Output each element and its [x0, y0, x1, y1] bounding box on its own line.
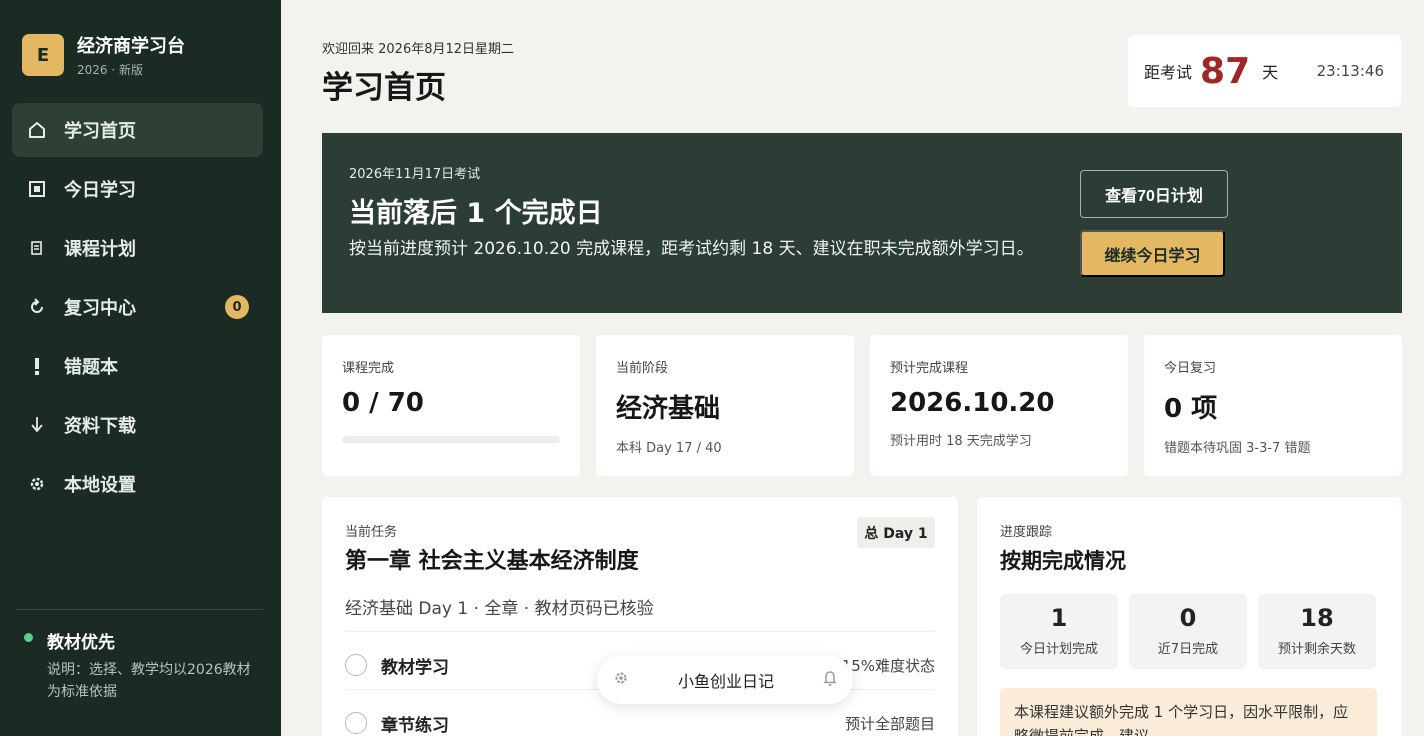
- stat-value: 0 项: [1164, 394, 1218, 424]
- stat-card-course-completion: 课程完成 0 / 70: [322, 335, 580, 476]
- stat-sub: 预计用时 18 天完成学习: [890, 434, 1032, 449]
- countdown-label: 距考试: [1144, 63, 1193, 82]
- metric-today-plan: 1 今日计划完成: [1000, 594, 1118, 669]
- view-plan-button[interactable]: 查看70日计划: [1080, 170, 1228, 218]
- brand-title: 经济商学习台: [77, 36, 185, 57]
- refresh-icon: [26, 296, 48, 318]
- home-icon: [26, 119, 48, 141]
- metric-label: 今日计划完成: [1019, 642, 1098, 657]
- review-count-badge: 0: [225, 295, 249, 319]
- clock-time: 23:13:46: [1316, 62, 1384, 80]
- stat-sub: 本科 Day 17 / 40: [616, 441, 722, 456]
- sidebar-item-label: 本地设置: [64, 475, 136, 496]
- note-text: 说明：选择、教学均以2026教材为标准依据: [47, 662, 251, 700]
- sidebar-item-mistakes[interactable]: 错题本: [12, 339, 263, 393]
- textbook-note: 教材优先 说明：选择、教学均以2026教材为标准依据: [24, 628, 260, 703]
- task-item-exercise[interactable]: 章节练习 预计全部题目: [345, 708, 935, 736]
- square-icon: [26, 178, 48, 200]
- stat-value: 经济基础: [616, 394, 721, 424]
- sidebar-item-plan[interactable]: 课程计划: [12, 221, 263, 275]
- stat-label: 预计完成课程: [890, 361, 969, 376]
- status-banner: 2026年11月17日考试 当前落后 1 个完成日 按当前进度预计 2026.1…: [322, 133, 1402, 313]
- stat-card-expected-completion: 预计完成课程 2026.10.20 预计用时 18 天完成学习: [870, 335, 1128, 476]
- metric-remaining-days: 18 预计剩余天数: [1258, 594, 1376, 669]
- exam-countdown: 距考试 87 天 23:13:46: [1128, 35, 1401, 107]
- sidebar: E 经济商学习台 2026 · 新版 学习首页 今日学习 课程计划 复习中心 0…: [0, 0, 281, 736]
- metric-label: 预计剩余天数: [1277, 642, 1356, 657]
- metric-value: 1: [1050, 604, 1068, 632]
- page-title: 学习首页: [322, 70, 446, 106]
- welcome-text: 欢迎回来 2026年8月12日星期二: [322, 42, 515, 57]
- task-item-status: 15%难度状态: [841, 656, 935, 675]
- bell-icon[interactable]: [822, 669, 838, 691]
- task-item-status: 预计全部题目: [844, 714, 935, 733]
- sidebar-item-home[interactable]: 学习首页: [12, 103, 263, 157]
- progress-card: 进度跟踪 按期完成情况 1 今日计划完成 0 近7日完成 18 预计剩余天数 本…: [977, 497, 1401, 736]
- gear-icon[interactable]: [612, 669, 630, 691]
- sidebar-item-downloads[interactable]: 资料下载: [12, 398, 263, 452]
- countdown-days: 87: [1200, 50, 1251, 92]
- countdown-unit: 天: [1262, 63, 1279, 82]
- checkbox-icon[interactable]: [345, 712, 367, 734]
- banner-description: 按当前进度预计 2026.10.20 完成课程，距考试约剩 18 天、建议在职未…: [349, 239, 1034, 259]
- stat-label: 课程完成: [342, 361, 395, 376]
- sidebar-item-label: 错题本: [64, 357, 118, 378]
- task-item-name: 章节练习: [381, 715, 449, 736]
- sidebar-item-today[interactable]: 今日学习: [12, 162, 263, 216]
- metric-value: 18: [1300, 604, 1334, 632]
- gear-icon: [26, 473, 48, 495]
- banner-title: 当前落后 1 个完成日: [349, 198, 603, 229]
- task-item-name: 教材学习: [381, 657, 449, 678]
- status-dot-icon: [24, 633, 33, 642]
- download-icon: [26, 414, 48, 436]
- brand-logo: E: [22, 34, 64, 76]
- task-label: 当前任务: [345, 525, 398, 540]
- sidebar-nav: 学习首页 今日学习 课程计划 复习中心 0 错题本 资料下载 本地设置: [12, 103, 263, 516]
- sidebar-item-label: 学习首页: [64, 121, 136, 142]
- sidebar-divider: [16, 609, 263, 610]
- progress-advice: 本课程建议额外完成 1 个学习日，因水平限制，应略微提前完成，建议…: [1000, 688, 1377, 736]
- exam-date: 2026年11月17日考试: [349, 167, 481, 182]
- divider: [345, 631, 935, 632]
- sidebar-item-label: 资料下载: [64, 416, 136, 437]
- stat-card-current-stage: 当前阶段 经济基础 本科 Day 17 / 40: [596, 335, 854, 476]
- note-title: 教材优先: [47, 633, 115, 653]
- sidebar-item-label: 复习中心: [64, 298, 136, 319]
- sidebar-item-label: 课程计划: [64, 239, 136, 260]
- metric-label: 近7日完成: [1157, 642, 1219, 657]
- stat-value: 0 / 70: [342, 388, 424, 418]
- brand-subtitle: 2026 · 新版: [77, 63, 143, 77]
- stat-sub: 错题本待巩固 3-3-7 错题: [1164, 441, 1311, 456]
- exclamation-icon: [26, 355, 48, 377]
- progress-title: 按期完成情况: [1000, 549, 1126, 573]
- course-progress-bar: [342, 436, 560, 443]
- metric-last7-days: 0 近7日完成: [1129, 594, 1247, 669]
- stat-label: 今日复习: [1164, 361, 1217, 376]
- metric-value: 0: [1179, 604, 1197, 632]
- progress-label: 进度跟踪: [1000, 525, 1053, 540]
- task-description: 经济基础 Day 1 · 全章 · 教材页码已核验: [345, 599, 654, 619]
- continue-study-button[interactable]: 继续今日学习: [1080, 230, 1225, 277]
- floating-toolbar: 小鱼创业日记: [597, 656, 853, 704]
- sidebar-item-settings[interactable]: 本地设置: [12, 457, 263, 511]
- list-icon: [26, 237, 48, 259]
- stat-card-today-review: 今日复习 0 项 错题本待巩固 3-3-7 错题: [1144, 335, 1402, 476]
- sidebar-item-review[interactable]: 复习中心 0: [12, 280, 263, 334]
- stat-value: 2026.10.20: [890, 388, 1055, 418]
- floating-title[interactable]: 小鱼创业日记: [630, 668, 822, 692]
- task-day-badge: 总 Day 1: [857, 517, 935, 548]
- brand[interactable]: E 经济商学习台 2026 · 新版: [22, 32, 185, 78]
- checkbox-icon[interactable]: [345, 654, 367, 676]
- stat-label: 当前阶段: [616, 361, 669, 376]
- sidebar-item-label: 今日学习: [64, 180, 136, 201]
- task-title: 第一章 社会主义基本经济制度: [345, 549, 639, 574]
